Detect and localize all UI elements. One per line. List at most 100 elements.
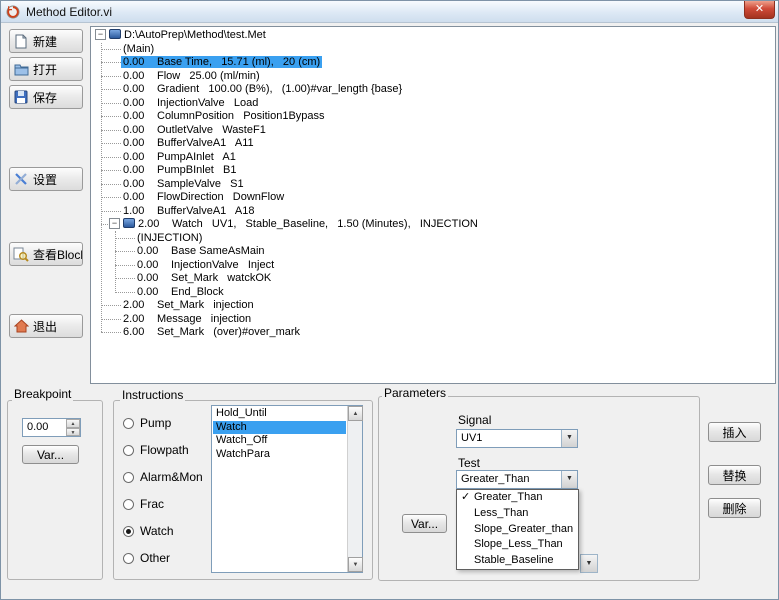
listbox-item[interactable]: Watch	[213, 421, 346, 435]
tree-connector	[101, 305, 121, 306]
tree-row-time: 0.00	[123, 151, 157, 165]
method-tree[interactable]: −D:\AutoPrep\Method\test.Met(Main)0.00Ba…	[90, 26, 776, 384]
tree-row-label: D:\AutoPrep\Method\test.Met	[124, 29, 266, 41]
tree-row-time: 0.00	[123, 191, 157, 205]
scroll-up-icon[interactable]: ▲	[348, 406, 363, 421]
sidebar-button-exit[interactable]: 退出	[9, 314, 83, 338]
tree-row[interactable]: − D:\AutoPrep\Method\test.Met	[91, 29, 775, 43]
hidden-combo-arrow-icon[interactable]: ▼	[580, 554, 598, 573]
signal-combo[interactable]: UV1 ▼	[456, 429, 578, 448]
tree-row[interactable]: (Main)	[91, 43, 775, 57]
radio-button-icon	[123, 526, 134, 537]
tree-row-label: Base Time, 15.71 (ml), 20 (cm)	[157, 56, 320, 68]
sidebar-button-open[interactable]: 打开	[9, 57, 83, 81]
dropdown-option[interactable]: Less_Than	[457, 506, 578, 522]
sidebar-button-view-block[interactable]: 查看Block	[9, 242, 83, 266]
dropdown-option-label: Stable_Baseline	[474, 554, 554, 566]
breakpoint-var-button[interactable]: Var...	[22, 445, 79, 464]
instruction-category-watch[interactable]: Watch	[123, 524, 174, 538]
tree-row[interactable]: 0.00OutletValve WasteF1	[91, 124, 775, 138]
instruction-category-other[interactable]: Other	[123, 551, 170, 565]
signal-label: Signal	[458, 413, 491, 427]
tree-row[interactable]: 0.00Set_Mark watckOK	[91, 272, 775, 286]
spin-down-icon[interactable]: ▼	[66, 428, 80, 437]
parameters-var-button[interactable]: Var...	[402, 514, 447, 533]
test-combo-value: Greater_Than	[461, 471, 529, 488]
tree-row[interactable]: 0.00BufferValveA1 A11	[91, 137, 775, 151]
replace-button[interactable]: 替换	[708, 465, 761, 485]
instruction-category-pump[interactable]: Pump	[123, 416, 171, 430]
tree-row-time: 2.00	[123, 313, 157, 327]
breakpoint-value[interactable]: 0.00	[27, 419, 48, 436]
listbox-item[interactable]: WatchPara	[213, 448, 346, 462]
tree-row[interactable]: 0.00PumpBInlet B1	[91, 164, 775, 178]
breakpoint-input[interactable]: 0.00 ▲ ▼	[22, 418, 81, 437]
titlebar[interactable]: Method Editor.vi ✕	[1, 1, 778, 23]
sidebar-button-new[interactable]: 新建	[9, 29, 83, 53]
chevron-down-icon[interactable]: ▼	[561, 471, 577, 488]
scroll-down-icon[interactable]: ▼	[348, 557, 363, 572]
tree-row[interactable]: 0.00Base Time, 15.71 (ml), 20 (cm)	[91, 56, 775, 70]
instruction-category-alarm-mon[interactable]: Alarm&Mon	[123, 470, 203, 484]
dropdown-option[interactable]: ✓Greater_Than	[457, 490, 578, 506]
listbox-scrollbar[interactable]: ▲ ▼	[347, 406, 362, 572]
insert-button[interactable]: 插入	[708, 422, 761, 442]
listbox-item[interactable]: Watch_Off	[213, 434, 346, 448]
tree-row[interactable]: 6.00Set_Mark (over)#over_mark	[91, 326, 775, 340]
tree-row[interactable]: 0.00Base SameAsMain	[91, 245, 775, 259]
tree-connector	[101, 49, 121, 50]
tree-row[interactable]: 0.00InjectionValve Load	[91, 97, 775, 111]
tree-row[interactable]: 0.00SampleValve S1	[91, 178, 775, 192]
tree-connector	[101, 103, 121, 104]
tree-row[interactable]: 0.00FlowDirection DownFlow	[91, 191, 775, 205]
instruction-category-flowpath[interactable]: Flowpath	[123, 443, 189, 457]
listbox-item[interactable]: Hold_Until	[213, 407, 346, 421]
tree-row[interactable]: 0.00End_Block	[91, 286, 775, 300]
sidebar-button-save[interactable]: 保存	[9, 85, 83, 109]
save-icon	[13, 89, 29, 105]
tree-connector	[101, 319, 121, 320]
tree-connector	[101, 143, 121, 144]
spin-up-icon[interactable]: ▲	[66, 419, 80, 428]
tree-row-label: InjectionValve Inject	[171, 259, 274, 271]
collapse-toggle-icon[interactable]: −	[109, 218, 120, 229]
tree-connector	[101, 89, 121, 90]
tree-row-label: (Main)	[123, 43, 154, 55]
tree-row[interactable]: 0.00InjectionValve Inject	[91, 259, 775, 273]
collapse-toggle-icon[interactable]: −	[95, 29, 106, 40]
breakpoint-spinner[interactable]: ▲ ▼	[66, 419, 80, 436]
tree-row[interactable]: 0.00PumpAInlet A1	[91, 151, 775, 165]
method-editor-window: Method Editor.vi ✕ 新建打开保存设置查看Block 退出 − D:…	[0, 0, 779, 600]
tree-connector	[101, 157, 121, 158]
tree-row[interactable]: (INJECTION)	[91, 232, 775, 246]
tree-row[interactable]: 2.00Message injection	[91, 313, 775, 327]
instruction-category-frac[interactable]: Frac	[123, 497, 164, 511]
tree-row[interactable]: 0.00ColumnPosition Position1Bypass	[91, 110, 775, 124]
tree-row[interactable]: 0.00Gradient 100.00 (B%), (1.00)#var_len…	[91, 83, 775, 97]
sidebar-button-settings[interactable]: 设置	[9, 167, 83, 191]
tree-connector	[101, 76, 121, 77]
tree-connector	[101, 116, 121, 117]
tree-row-text: 0.00PumpAInlet A1	[123, 151, 236, 163]
radio-label: Other	[140, 551, 170, 565]
tree-row[interactable]: − 2.00Watch UV1, Stable_Baseline, 1.50 (M…	[91, 218, 775, 232]
dropdown-option[interactable]: Slope_Greater_than	[457, 522, 578, 538]
test-dropdown-list[interactable]: ✓Greater_ThanLess_ThanSlope_Greater_than…	[456, 489, 579, 570]
chevron-down-icon[interactable]: ▼	[561, 430, 577, 447]
close-button[interactable]: ✕	[744, 1, 775, 19]
tree-row[interactable]: 0.00Flow 25.00 (ml/min)	[91, 70, 775, 84]
tree-connector	[101, 130, 121, 131]
instruction-listbox[interactable]: Hold_UntilWatchWatch_OffWatchPara ▲ ▼	[211, 405, 363, 573]
tree-row[interactable]: 2.00Set_Mark injection	[91, 299, 775, 313]
tree-row-text: 1.00BufferValveA1 A18	[123, 205, 254, 217]
tree-row-label: SampleValve S1	[157, 178, 244, 190]
tree-row-text: 2.00Watch UV1, Stable_Baseline, 1.50 (Mi…	[138, 218, 478, 230]
sidebar-button-label: 退出	[33, 318, 57, 335]
delete-button[interactable]: 删除	[708, 498, 761, 518]
tree-row-label: Gradient 100.00 (B%), (1.00)#var_length …	[157, 83, 402, 95]
test-combo[interactable]: Greater_Than ▼	[456, 470, 578, 489]
dropdown-option[interactable]: Slope_Less_Than	[457, 537, 578, 553]
tree-row-time: 0.00	[137, 286, 171, 300]
tree-row[interactable]: 1.00BufferValveA1 A18	[91, 205, 775, 219]
dropdown-option[interactable]: Stable_Baseline	[457, 553, 578, 569]
